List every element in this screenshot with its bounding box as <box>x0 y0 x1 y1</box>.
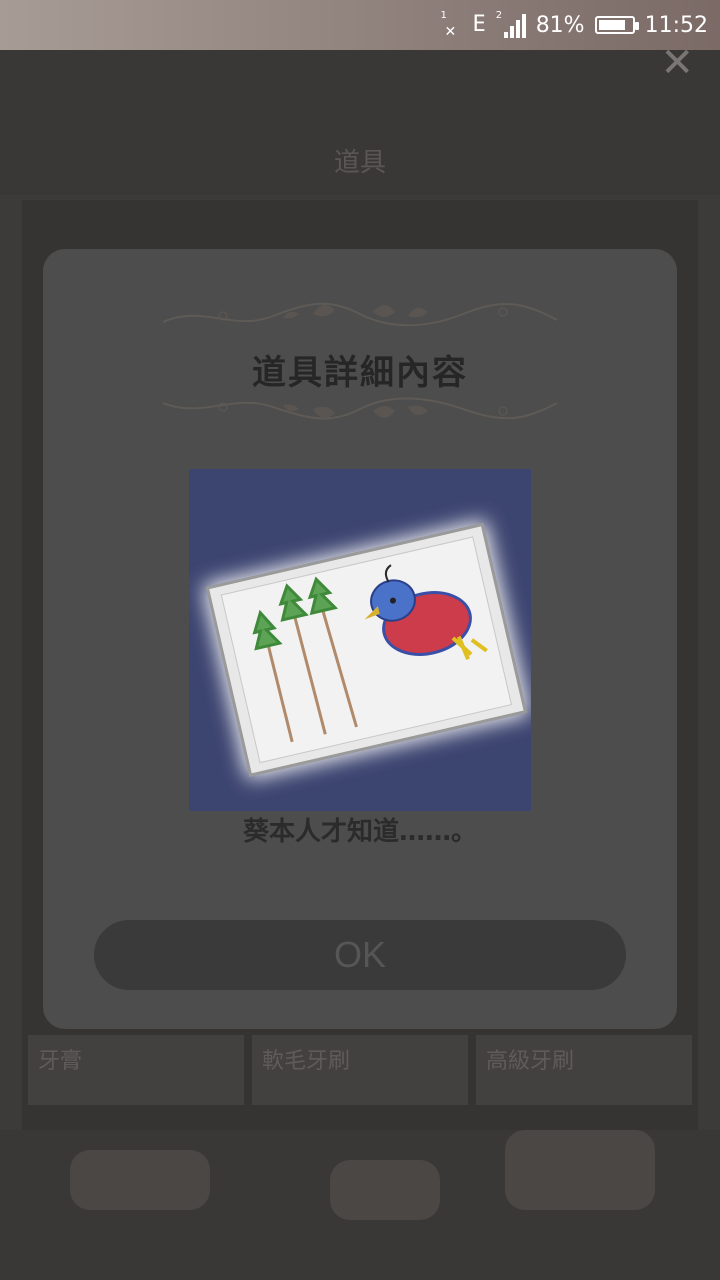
cup-shape <box>330 1160 440 1220</box>
item-label: 軟毛牙刷 <box>262 1049 351 1074</box>
sim1-icon: 1 ✕ <box>440 10 457 40</box>
item-label: 高級牙刷 <box>486 1049 575 1074</box>
clock: 11:52 <box>644 12 708 38</box>
status-bar: 1 ✕ E 2 81% 11:52 <box>0 0 720 50</box>
battery-percent: 81% <box>535 12 585 38</box>
sim1-label: 1 <box>440 10 447 21</box>
item-description: 葵本人才知道……。 <box>242 817 477 847</box>
battery-icon <box>594 16 639 34</box>
item-detail-dialog: 道具詳細內容 葵本人才知道……。 OK <box>43 249 677 1029</box>
background-header: ✕ 道具 <box>0 40 720 195</box>
item-cell[interactable]: 軟毛牙刷 <box>252 1035 468 1105</box>
vine-ornament-top <box>163 302 557 327</box>
dialog-title: 道具詳細內容 <box>252 353 468 393</box>
sink-shape <box>70 1150 210 1210</box>
background-title: 道具 <box>333 148 386 178</box>
sim2-signal-icon: 2 <box>496 10 526 40</box>
background-room <box>0 1130 720 1280</box>
vine-ornament-bottom <box>163 397 557 420</box>
jigsaw-puzzle-icon <box>189 469 531 811</box>
item-label: 牙膏 <box>38 1049 83 1074</box>
sim2-label: 2 <box>495 10 503 21</box>
item-cell[interactable]: 高級牙刷 <box>476 1035 692 1105</box>
network-type: E <box>472 12 486 37</box>
background-item-row: 牙膏 軟毛牙刷 高級牙刷 <box>28 1035 692 1105</box>
ok-button[interactable]: OK <box>94 920 626 990</box>
item-cell[interactable]: 牙膏 <box>28 1035 244 1105</box>
appliance-shape <box>505 1130 655 1210</box>
close-icon[interactable]: ✕ <box>660 40 694 86</box>
